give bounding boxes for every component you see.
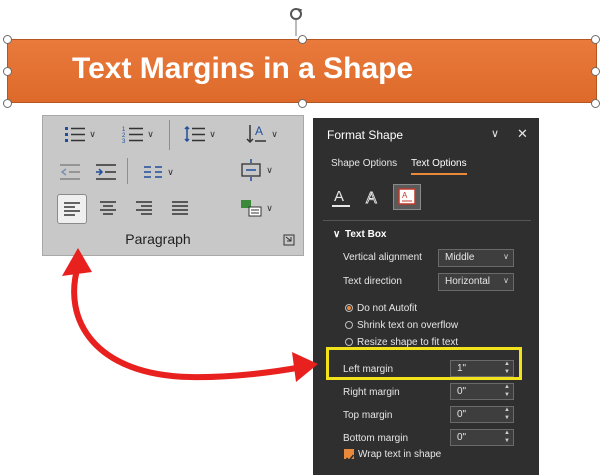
line-spacing-button[interactable]: ∨: [177, 122, 223, 146]
dialog-launcher-icon[interactable]: [283, 234, 295, 246]
bullets-button[interactable]: ∨: [57, 122, 103, 146]
text-fill-outline-icon[interactable]: A: [331, 186, 351, 210]
autofit-resize-radio[interactable]: [345, 338, 353, 346]
resize-handle[interactable]: [591, 99, 600, 108]
chevron-down-icon: ∨: [147, 128, 154, 139]
chevron-down-icon: ∨: [266, 164, 273, 175]
textbox-tab[interactable]: A: [393, 184, 421, 210]
align-right-icon: [136, 201, 152, 215]
text-direction-icon: A: [246, 124, 267, 144]
top-margin-spinner[interactable]: 0" ▲ ▼: [450, 406, 514, 423]
columns-button[interactable]: ∨: [135, 160, 181, 184]
resize-handle[interactable]: [3, 99, 12, 108]
bottom-margin-label: Bottom margin: [343, 433, 409, 444]
text-direction-button[interactable]: A ∨: [239, 122, 285, 146]
resize-handle[interactable]: [298, 99, 307, 108]
active-tab-indicator: [411, 173, 467, 175]
spinner-arrows-icon[interactable]: ▲ ▼: [504, 406, 510, 422]
autofit-none-radio[interactable]: [345, 304, 353, 312]
columns-icon: [144, 166, 163, 178]
wrap-text-label: Wrap text in shape: [358, 449, 442, 460]
line-spacing-icon: [184, 125, 206, 143]
top-margin-label: Top margin: [343, 410, 393, 421]
section-expand-icon[interactable]: ∨: [333, 229, 340, 240]
resize-handle[interactable]: [3, 35, 12, 44]
resize-handle[interactable]: [298, 35, 307, 44]
section-title[interactable]: Text Box: [345, 229, 387, 240]
decrease-indent-button[interactable]: [55, 160, 85, 184]
justify-icon: [172, 201, 188, 215]
left-margin-highlight: [326, 347, 522, 380]
align-text-button[interactable]: ∨: [233, 158, 279, 182]
resize-handle[interactable]: [591, 67, 600, 76]
wrap-text-checkbox[interactable]: [344, 449, 355, 462]
vertical-alignment-select[interactable]: Middle ∨: [438, 249, 514, 267]
numbering-icon: 123: [122, 127, 144, 143]
text-direction-select[interactable]: Horizontal ∨: [438, 273, 514, 291]
svg-text:3: 3: [122, 139, 126, 143]
increase-indent-button[interactable]: [91, 160, 121, 184]
text-direction-label: Text direction: [343, 276, 402, 287]
format-shape-pane: Format Shape ∨ ✕ Shape Options Text Opti…: [313, 118, 539, 475]
chevron-down-icon: ∨: [209, 128, 216, 139]
spinner-arrows-icon[interactable]: ▲ ▼: [504, 383, 510, 399]
right-margin-label: Right margin: [343, 387, 400, 398]
bullets-icon: [65, 127, 86, 142]
tab-text-options[interactable]: Text Options: [411, 158, 467, 169]
autofit-shrink-label: Shrink text on overflow: [357, 320, 459, 331]
shape-title-text: Text Margins in a Shape: [72, 52, 414, 85]
svg-text:A: A: [366, 190, 377, 207]
autofit-shrink-radio[interactable]: [345, 321, 353, 329]
align-right-button[interactable]: [129, 196, 159, 220]
chevron-down-icon: ∨: [167, 166, 174, 177]
chevron-down-icon: ∨: [271, 128, 278, 139]
right-margin-spinner[interactable]: 0" ▲ ▼: [450, 383, 514, 400]
svg-text:A: A: [402, 191, 408, 200]
convert-smartart-button[interactable]: ∨: [233, 196, 279, 220]
chevron-down-icon: ∨: [266, 202, 273, 213]
resize-handle[interactable]: [591, 35, 600, 44]
svg-text:A: A: [334, 188, 344, 205]
justify-button[interactable]: [165, 196, 195, 220]
align-left-icon: [64, 202, 80, 216]
paragraph-group-label: Paragraph: [125, 231, 191, 247]
spinner-arrows-icon[interactable]: ▲ ▼: [504, 429, 510, 445]
decrease-indent-icon: [60, 164, 80, 180]
tab-shape-options[interactable]: Shape Options: [331, 158, 397, 169]
pane-title: Format Shape: [327, 128, 404, 142]
rotate-handle-icon[interactable]: [288, 6, 304, 36]
pane-options-chevron-icon[interactable]: ∨: [491, 127, 499, 140]
autofit-none-label: Do not Autofit: [357, 303, 418, 314]
resize-handle[interactable]: [3, 67, 12, 76]
chevron-down-icon: ∨: [503, 252, 509, 261]
textbox-icon: A: [398, 188, 416, 205]
smartart-icon: [241, 200, 262, 217]
numbering-button[interactable]: 1 2 3 ∨: [115, 122, 161, 146]
align-text-icon: [241, 159, 261, 181]
close-icon[interactable]: ✕: [517, 126, 528, 142]
align-left-button[interactable]: [57, 194, 87, 224]
checkmark-icon: [345, 454, 355, 462]
text-effects-icon[interactable]: A: [363, 186, 383, 210]
chevron-down-icon: ∨: [503, 276, 509, 285]
svg-text:A: A: [255, 124, 263, 138]
vertical-alignment-label: Vertical alignment: [343, 252, 422, 263]
bottom-margin-spinner[interactable]: 0" ▲ ▼: [450, 429, 514, 446]
align-center-icon: [100, 201, 116, 215]
increase-indent-icon: [96, 164, 116, 180]
chevron-down-icon: ∨: [89, 128, 96, 139]
center-button[interactable]: [93, 196, 123, 220]
